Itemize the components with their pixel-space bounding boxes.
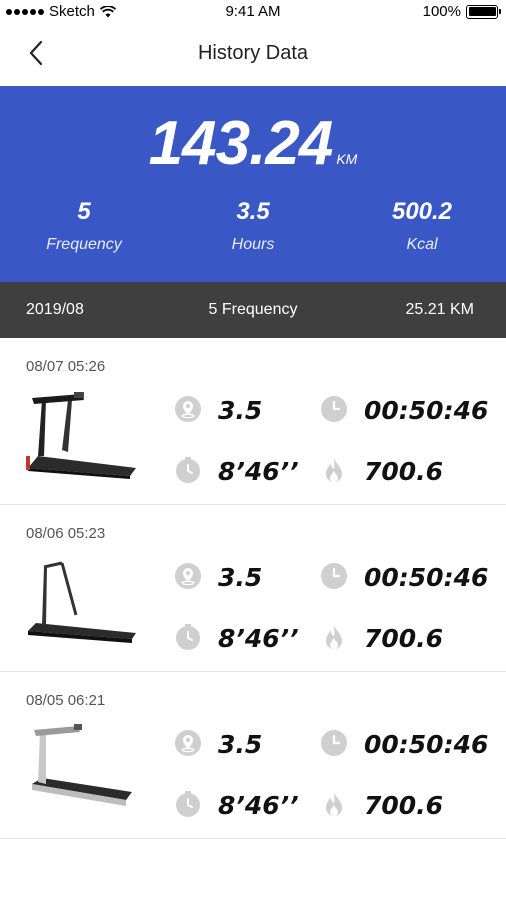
location-pin-icon	[175, 396, 201, 422]
record-duration: 00:50:46	[364, 730, 489, 759]
month-summary-bar: 2019/08 5 Frequency 25.21 KM	[0, 282, 506, 338]
record-datetime: 08/07 05:26	[26, 358, 106, 375]
stat-hours-label: Hours	[231, 236, 275, 253]
stat-kcal-value: 500.2	[391, 198, 453, 225]
record-datetime: 08/06 05:23	[26, 525, 106, 542]
record-duration: 00:50:46	[364, 563, 489, 592]
treadmill-image	[28, 561, 136, 643]
treadmill-image	[26, 392, 136, 479]
status-bar: Sketch 9:41 AM 100%	[0, 0, 506, 24]
stat-hours-value: 3.5	[236, 198, 270, 225]
battery-percent: 100%	[422, 3, 461, 20]
record-duration: 00:50:46	[364, 396, 489, 425]
clock-icon	[321, 730, 347, 756]
total-distance-unit: KM	[336, 151, 358, 167]
stat-kcal: 500.2 Kcal	[338, 198, 506, 254]
record-calories: 700.6	[364, 624, 444, 653]
location-pin-icon	[175, 730, 201, 756]
summary-panel: 143.24 KM 5 Frequency 3.5 Hours 500.2 Kca…	[0, 86, 506, 282]
stopwatch-icon	[176, 624, 200, 650]
record-distance: 3.5	[218, 396, 263, 425]
status-right: 100%	[422, 3, 501, 20]
history-record[interactable]: 08/06 05:23 3.5 00:50:46 8’46’’ 700.6	[0, 505, 506, 672]
record-pace: 8’46’’	[218, 624, 299, 653]
stopwatch-icon	[176, 791, 200, 817]
history-record[interactable]: 08/05 06:21 3.5 00:50:46 8’46’’ 700.6	[0, 672, 506, 839]
record-distance: 3.5	[218, 563, 263, 592]
stat-frequency-value: 5	[77, 198, 91, 225]
battery-icon	[466, 4, 501, 19]
treadmill-image	[32, 724, 132, 806]
record-calories: 700.6	[364, 457, 444, 486]
location-pin-icon	[175, 563, 201, 589]
record-pace: 8’46’’	[218, 457, 299, 486]
record-datetime: 08/05 06:21	[26, 692, 106, 709]
month-distance: 25.21 KM	[405, 301, 474, 318]
clock-icon	[321, 396, 347, 422]
stat-frequency: 5 Frequency	[0, 198, 168, 254]
record-pace: 8’46’’	[218, 791, 299, 820]
record-distance: 3.5	[218, 730, 263, 759]
flame-icon	[326, 792, 342, 816]
clock-icon	[321, 563, 347, 589]
stopwatch-icon	[176, 457, 200, 483]
record-calories: 700.6	[364, 791, 444, 820]
stat-hours: 3.5 Hours	[169, 198, 337, 254]
flame-icon	[326, 625, 342, 649]
history-record[interactable]: 08/07 05:26 3.5 00:50:46 8’46’’ 700.6	[0, 338, 506, 505]
page-title: History Data	[197, 42, 309, 64]
stat-frequency-label: Frequency	[46, 236, 122, 253]
total-distance: 143.24 KM	[0, 108, 506, 179]
flame-icon	[326, 458, 342, 482]
navigation-bar: History Data	[0, 24, 506, 86]
stat-kcal-label: Kcal	[406, 236, 438, 253]
total-distance-value: 143.24	[148, 109, 334, 178]
